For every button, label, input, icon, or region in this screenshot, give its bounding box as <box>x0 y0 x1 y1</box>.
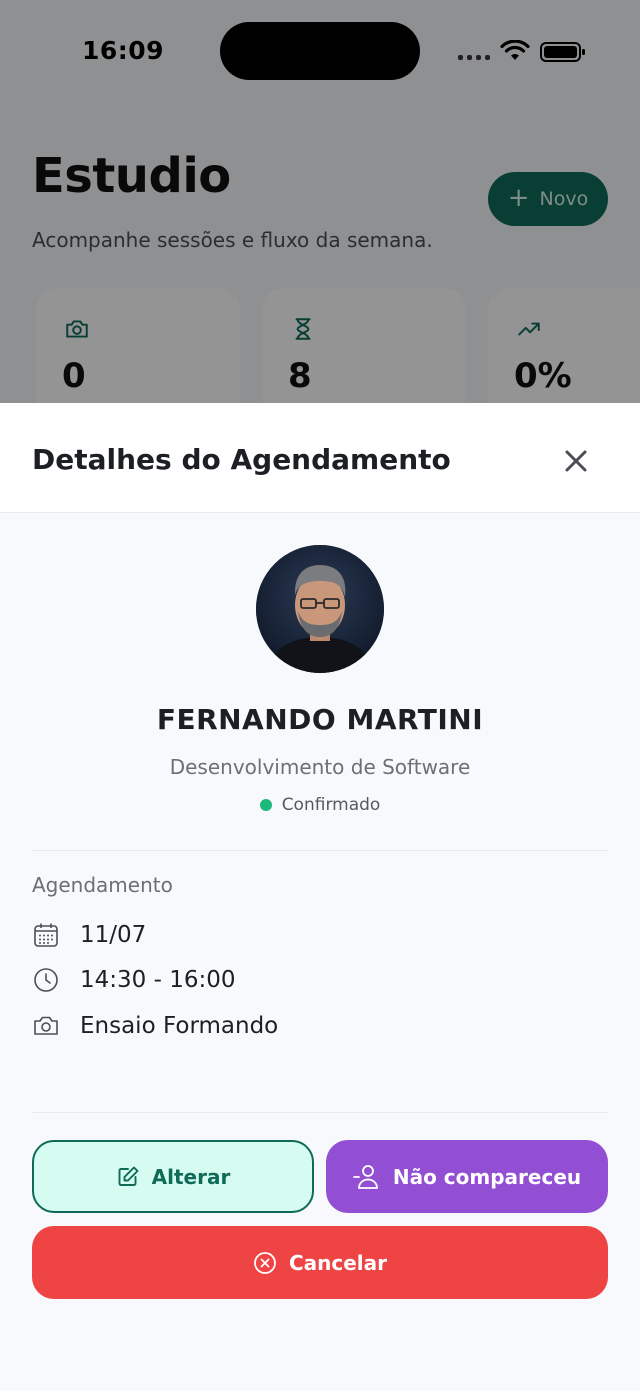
divider <box>32 850 608 851</box>
avatar <box>256 545 384 673</box>
background-screen: 16:09 Estudio Acompanhe sessões e fluxo … <box>0 0 640 438</box>
no-show-button-label: Não compareceu <box>392 1164 582 1189</box>
close-icon[interactable] <box>560 445 592 477</box>
clock-icon <box>34 968 58 992</box>
detail-row-type: Ensaio Formando <box>32 1011 592 1041</box>
detail-row-time: 14:30 - 16:00 <box>32 965 592 995</box>
cancel-button[interactable]: Cancelar <box>32 1226 608 1299</box>
status-badge: Confirmado <box>0 795 640 815</box>
calendar-icon <box>34 923 58 947</box>
status-label: Confirmado <box>281 795 381 815</box>
status-dot-icon <box>259 799 272 811</box>
divider <box>32 1112 608 1113</box>
detail-time: 14:30 - 16:00 <box>80 967 236 993</box>
detail-session-type: Ensaio Formando <box>80 1013 279 1039</box>
x-circle-icon <box>254 1251 276 1274</box>
sheet-title: Detalhes do Agendamento <box>32 443 451 476</box>
alter-button[interactable]: Alterar <box>32 1140 314 1213</box>
detail-row-date: 11/07 <box>32 920 592 950</box>
user-minus-icon <box>352 1164 378 1189</box>
alter-button-label: Alterar <box>151 1164 231 1189</box>
cancel-button-label: Cancelar <box>288 1250 388 1275</box>
section-label-appointment: Agendamento <box>32 873 173 897</box>
appointment-details-sheet: Detalhes do Agendamento FERNANDO MARTINI <box>0 403 640 1391</box>
client-name: FERNANDO MARTINI <box>156 703 484 736</box>
camera-icon <box>34 1016 58 1035</box>
sheet-header: Detalhes do Agendamento <box>0 403 640 513</box>
detail-date: 11/07 <box>80 922 147 948</box>
client-service: Desenvolvimento de Software <box>169 755 471 779</box>
edit-icon <box>118 1166 139 1186</box>
no-show-button[interactable]: Não compareceu <box>326 1140 608 1213</box>
backdrop-overlay[interactable] <box>0 0 640 420</box>
